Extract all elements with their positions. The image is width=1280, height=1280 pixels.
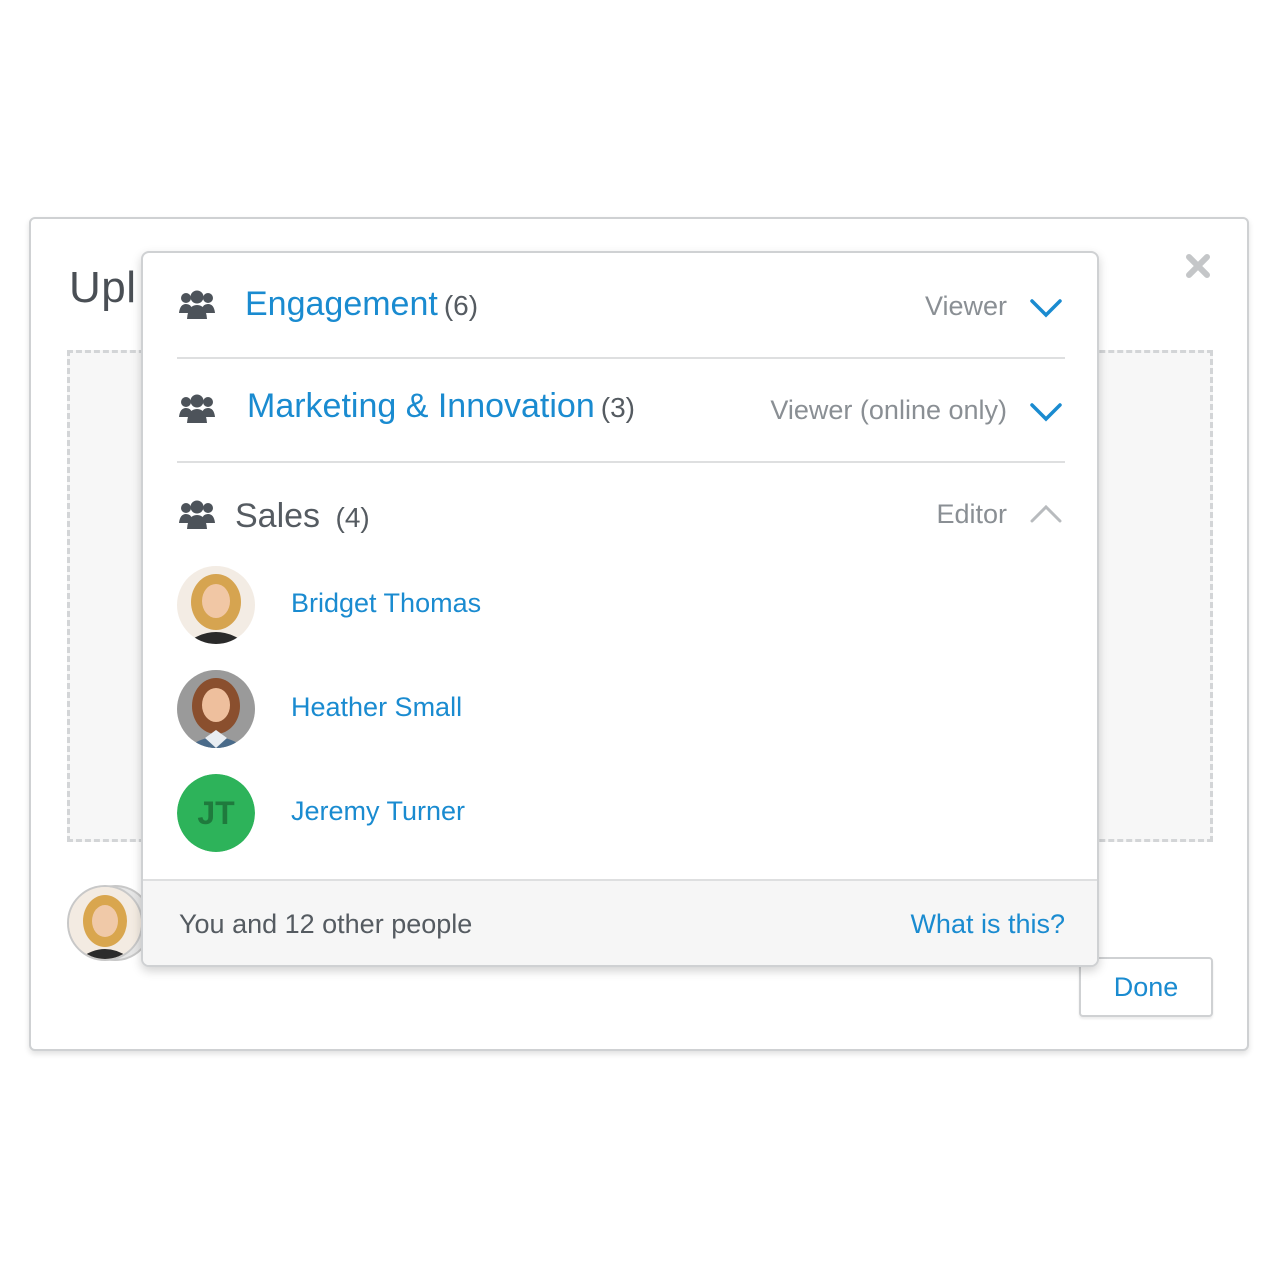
avatar: JT [177, 774, 255, 852]
group-count: (4) [335, 502, 370, 533]
chevron-down-icon[interactable] [1029, 297, 1063, 319]
member-name[interactable]: Heather Small [291, 692, 462, 723]
owner-avatar[interactable] [67, 885, 143, 961]
chevron-down-icon[interactable] [1029, 401, 1063, 423]
group-name-label[interactable]: Engagement [245, 285, 438, 323]
group-row-sales[interactable]: Sales (4) Editor [177, 461, 1065, 561]
group-row-marketing[interactable]: Marketing & Innovation (3) Viewer (online… [177, 357, 1065, 463]
member-row[interactable]: Heather Small [177, 670, 777, 750]
popover-footer: You and 12 other people What is this? [143, 879, 1097, 965]
group-name[interactable]: Engagement (6) [245, 285, 478, 324]
dialog-title: Upl [69, 263, 137, 312]
group-name-label[interactable]: Sales [235, 497, 320, 535]
group-row-engagement[interactable]: Engagement (6) Viewer [177, 253, 1065, 359]
group-icon [179, 290, 215, 319]
role-label[interactable]: Viewer [925, 291, 1007, 322]
group-icon [179, 394, 215, 423]
member-row[interactable]: Bridget Thomas [177, 566, 777, 646]
group-name[interactable]: Marketing & Innovation (3) [247, 387, 635, 426]
member-row[interactable]: JT Jeremy Turner [177, 774, 777, 854]
role-label[interactable]: Editor [936, 499, 1007, 530]
chevron-up-icon[interactable] [1029, 503, 1063, 525]
member-name[interactable]: Bridget Thomas [291, 588, 481, 619]
avatar [177, 566, 255, 644]
group-count: (6) [443, 290, 479, 321]
member-name[interactable]: Jeremy Turner [291, 796, 465, 827]
sharing-summary: You and 12 other people [179, 909, 473, 939]
sharing-popover: Engagement (6) Viewer Marketing & Innovat… [141, 251, 1099, 967]
close-icon[interactable] [1183, 251, 1213, 281]
group-name[interactable]: Sales (4) [235, 497, 370, 536]
group-name-label[interactable]: Marketing & Innovation [247, 387, 595, 425]
group-count: (3) [600, 392, 635, 423]
avatar-initials: JT [177, 774, 255, 852]
role-label[interactable]: Viewer (online only) [770, 395, 1007, 426]
help-link[interactable]: What is this? [910, 909, 1065, 940]
group-icon [179, 500, 215, 529]
done-button[interactable]: Done [1079, 957, 1213, 1017]
avatar [177, 670, 255, 748]
